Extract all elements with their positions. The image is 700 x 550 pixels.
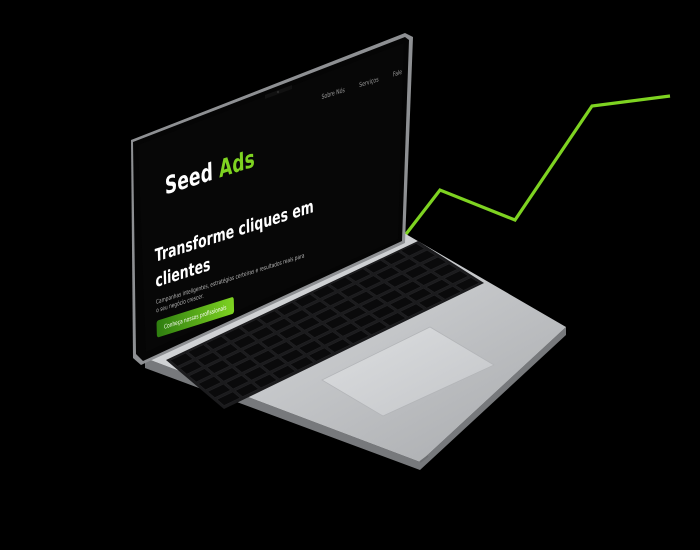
nav-item-fale[interactable]: Fale: [393, 68, 402, 78]
logo-accent: Ads: [218, 144, 256, 185]
site-logo[interactable]: Seed Ads: [165, 145, 256, 201]
nav-item-sobre[interactable]: Sobre Nós: [321, 86, 344, 101]
logo-main: Seed: [164, 158, 214, 202]
nav-item-servicos[interactable]: Serviços: [359, 76, 379, 90]
growth-arrow-line: [401, 94, 671, 239]
